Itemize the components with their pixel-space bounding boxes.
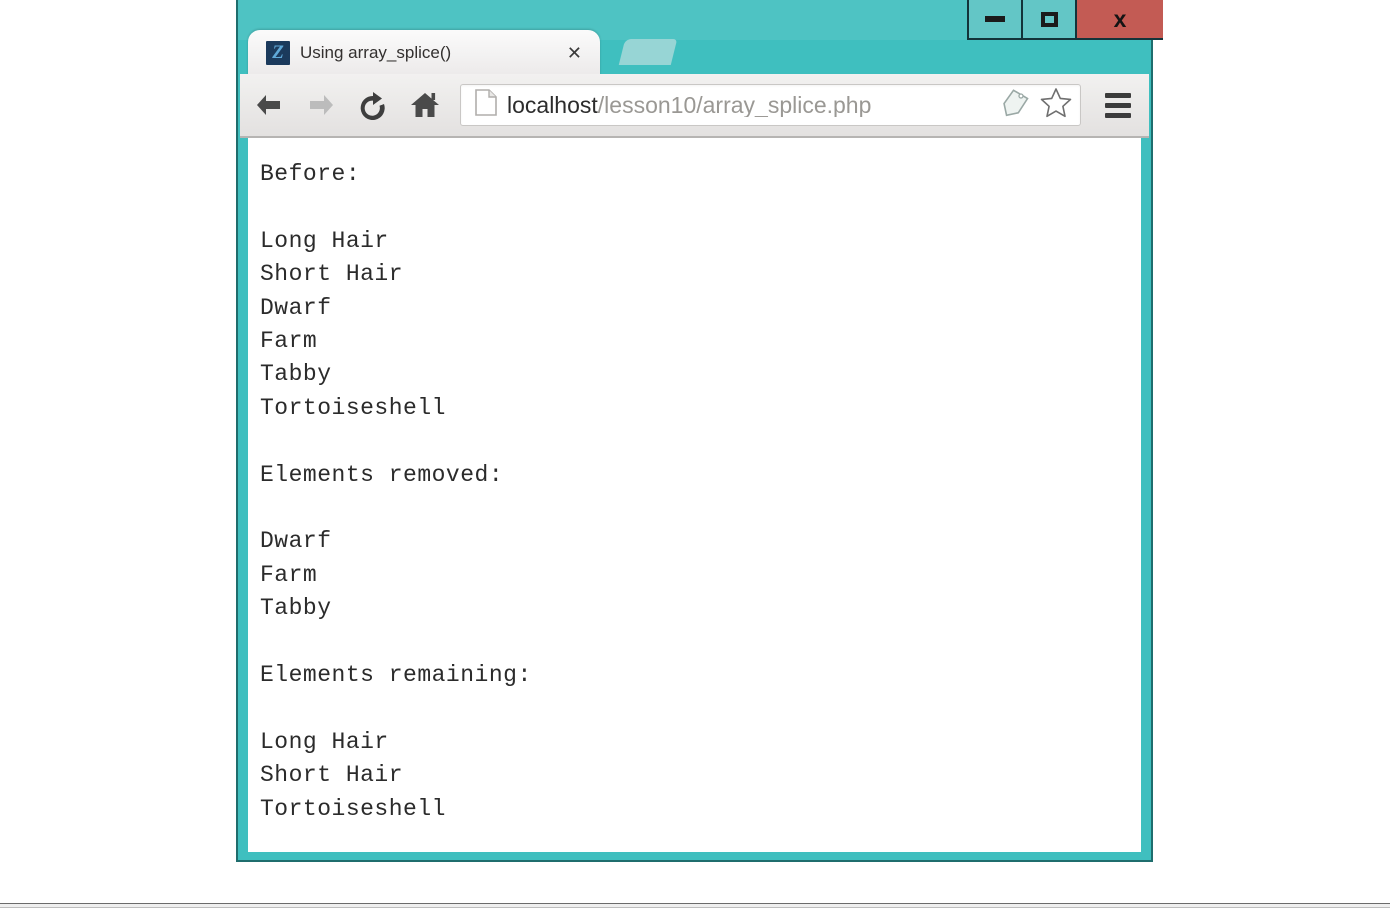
tag-icon[interactable] (1000, 88, 1030, 122)
address-bar[interactable]: localhost/lesson10/array_splice.php (460, 84, 1081, 126)
back-button[interactable] (246, 82, 292, 128)
arrow-right-icon (305, 90, 337, 120)
hamburger-menu-button[interactable] (1091, 80, 1145, 130)
reload-button[interactable] (350, 82, 396, 128)
hamburger-line-1 (1105, 92, 1131, 98)
close-icon: x (1113, 5, 1127, 32)
url-text: localhost/lesson10/array_splice.php (507, 93, 872, 117)
tab-using-array-splice[interactable]: Z Using array_splice() ✕ (248, 30, 600, 76)
maximize-icon (1040, 11, 1058, 27)
forward-button[interactable] (298, 82, 344, 128)
star-icon[interactable] (1040, 87, 1072, 123)
home-button[interactable] (402, 82, 448, 128)
window-controls: x (967, 0, 1163, 40)
minimize-icon (985, 16, 1005, 22)
page-body-text: Before: Long Hair Short Hair Dwarf Farm … (260, 161, 532, 822)
page-document-icon (475, 89, 497, 121)
favicon-icon: Z (266, 41, 290, 65)
browser-window: Z Using array_splice() ✕ x localhost/les… (236, 0, 1163, 862)
new-tab-button[interactable] (618, 39, 678, 65)
tab-title: Using array_splice() (300, 43, 452, 62)
minimize-button[interactable] (967, 0, 1023, 40)
page-viewport: Before: Long Hair Short Hair Dwarf Farm … (248, 138, 1141, 852)
maximize-button[interactable] (1021, 0, 1077, 40)
hamburger-line-3 (1105, 112, 1131, 118)
reload-icon (357, 89, 389, 121)
arrow-left-icon (253, 90, 285, 120)
home-icon (409, 90, 441, 120)
tab-close-icon[interactable]: ✕ (559, 44, 590, 62)
favicon-letter: Z (272, 42, 284, 63)
hamburger-line-2 (1105, 102, 1131, 108)
browser-toolbar: localhost/lesson10/array_splice.php (240, 74, 1149, 138)
page-bottom-divider (0, 903, 1390, 908)
close-button[interactable]: x (1075, 0, 1163, 40)
